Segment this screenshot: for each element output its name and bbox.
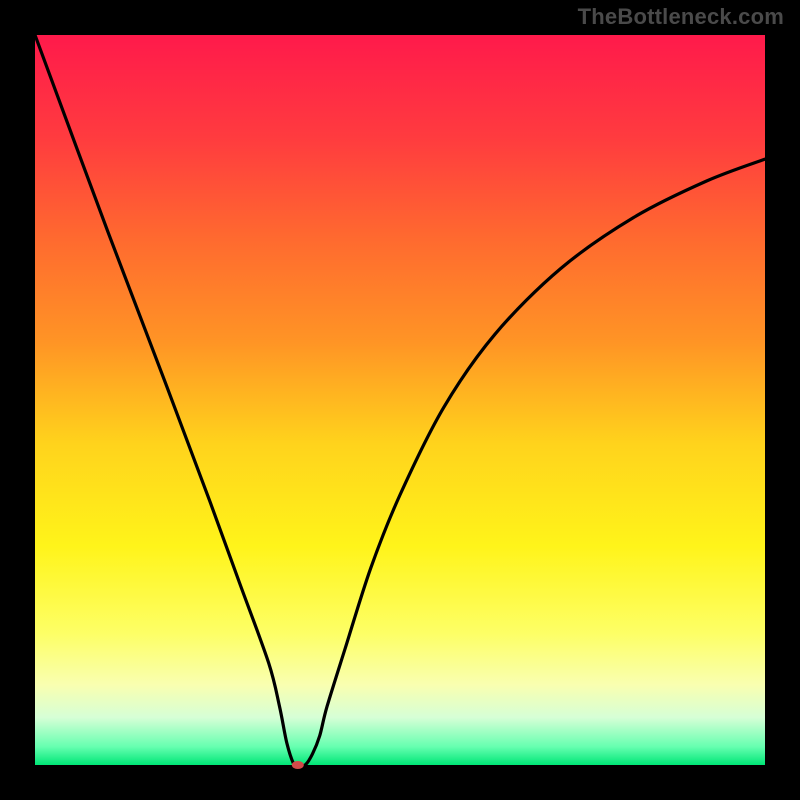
minimum-marker xyxy=(292,761,304,769)
chart-frame: TheBottleneck.com xyxy=(0,0,800,800)
watermark-text: TheBottleneck.com xyxy=(578,4,784,30)
bottleneck-chart xyxy=(0,0,800,800)
plot-background xyxy=(35,35,765,765)
